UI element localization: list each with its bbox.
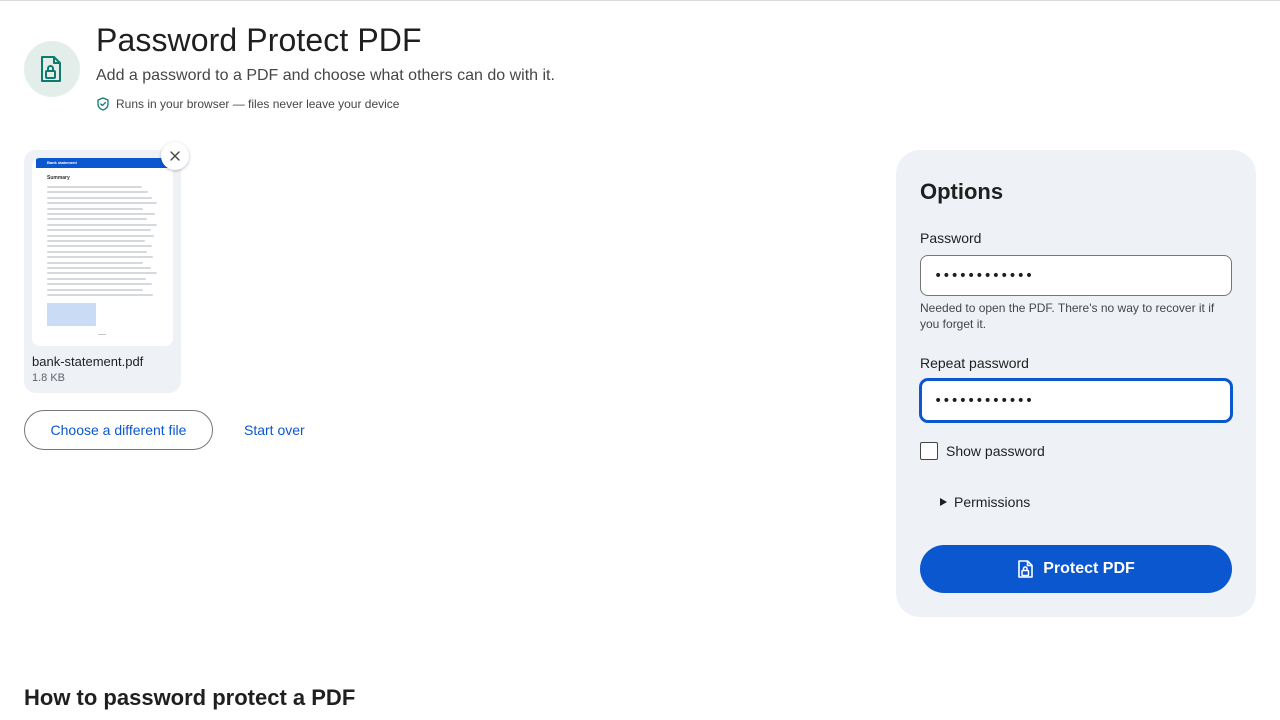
thumbnail-text-line xyxy=(47,256,153,259)
page-title: Password Protect PDF xyxy=(96,22,422,58)
thumbnail-text-line xyxy=(47,245,152,248)
thumbnail-text-line xyxy=(47,191,148,194)
protect-pdf-button[interactable]: Protect PDF xyxy=(920,545,1232,593)
thumbnail-highlight-block xyxy=(47,303,96,326)
thumbnail-text-line xyxy=(47,186,142,188)
file-lock-icon xyxy=(1018,560,1034,578)
thumbnail-text-line xyxy=(47,196,152,199)
options-title: Options xyxy=(920,179,1004,204)
thumbnail-page-number xyxy=(98,334,106,335)
thumbnail-text-line xyxy=(47,240,145,242)
thumbnail-text-line xyxy=(47,202,157,205)
top-divider xyxy=(0,0,1280,1)
file-size: 1.8 KB xyxy=(32,372,66,384)
options-panel: Options Password •••••••••••• Needed to … xyxy=(896,150,1256,617)
thumbnail-text-line xyxy=(47,288,143,291)
thumbnail-text-line xyxy=(47,223,157,226)
repeat-password-label: Repeat password xyxy=(920,355,1029,371)
file-name: bank-statement.pdf xyxy=(32,354,144,369)
password-help-text: Needed to open the PDF. There's no way t… xyxy=(920,301,1215,331)
shield-check-icon xyxy=(97,97,109,111)
close-icon xyxy=(170,151,180,161)
repeat-password-value: •••••••••••• xyxy=(934,392,1034,409)
file-lock-icon xyxy=(24,41,80,97)
how-to-heading: How to password protect a PDF xyxy=(24,685,356,710)
thumbnail-text-line xyxy=(47,207,143,210)
permissions-disclosure[interactable]: Permissions xyxy=(940,493,1030,511)
show-password-label[interactable]: Show password xyxy=(946,442,1045,460)
thumbnail-text-line xyxy=(47,294,153,296)
thumbnail-text-line xyxy=(47,229,151,232)
page-subtitle: Add a password to a PDF and choose what … xyxy=(96,67,555,84)
pdf-thumbnail: Bank statement Summary xyxy=(32,158,173,346)
start-over-button[interactable]: Start over xyxy=(232,410,317,450)
thumbnail-text-line xyxy=(47,213,155,215)
thumbnail-text-line xyxy=(47,277,146,280)
thumbnail-text-line xyxy=(47,272,157,275)
repeat-password-input[interactable]: •••••••••••• xyxy=(920,379,1232,422)
privacy-note: Runs in your browser — files never leave… xyxy=(96,96,399,112)
thumbnail-text-line xyxy=(47,234,154,237)
thumbnail-text-line xyxy=(47,267,151,269)
thumbnail-text-line xyxy=(47,283,152,286)
protect-pdf-label: Protect PDF xyxy=(1043,560,1135,577)
thumbnail-header-bar: Bank statement xyxy=(36,158,169,168)
thumbnail-text-line xyxy=(47,261,143,264)
password-label: Password xyxy=(920,230,982,246)
disclosure-triangle-icon xyxy=(940,498,947,506)
choose-different-file-button[interactable]: Choose a different file xyxy=(24,410,213,450)
password-input[interactable]: •••••••••••• xyxy=(920,255,1232,296)
thumbnail-header-text: Bank statement xyxy=(47,160,77,165)
permissions-label: Permissions xyxy=(954,494,1031,510)
show-password-checkbox[interactable] xyxy=(920,442,938,460)
show-password-row[interactable]: Show password xyxy=(920,442,1045,460)
remove-file-button[interactable] xyxy=(161,142,189,170)
thumbnail-text-line xyxy=(47,250,147,253)
password-value: •••••••••••• xyxy=(934,267,1034,284)
privacy-note-text: Runs in your browser — files never leave… xyxy=(116,97,400,111)
thumbnail-text-line xyxy=(47,218,147,221)
thumbnail-heading: Summary xyxy=(47,175,70,181)
